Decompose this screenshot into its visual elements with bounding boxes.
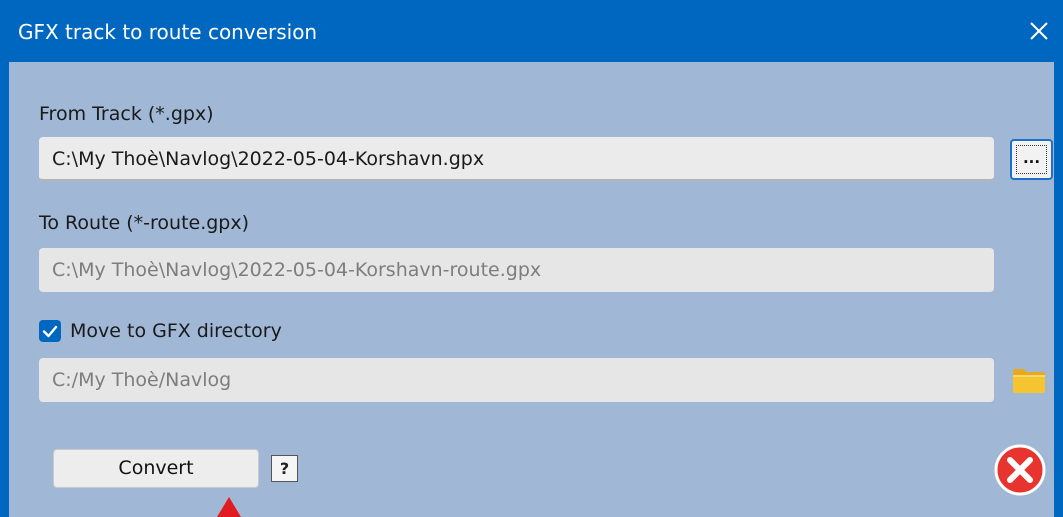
move-to-gfx-label: Move to GFX directory	[70, 320, 282, 342]
to-route-label: To Route (*-route.gpx)	[39, 212, 250, 234]
cancel-icon[interactable]	[993, 443, 1047, 497]
from-track-label: From Track (*.gpx)	[39, 103, 214, 125]
convert-button[interactable]: Convert	[53, 449, 259, 488]
to-route-input: C:\My Thoè\Navlog\2022-05-04-Korshavn-ro…	[39, 248, 994, 292]
window-title: GFX track to route conversion	[18, 20, 318, 44]
check-icon	[42, 325, 58, 338]
move-to-gfx-checkbox[interactable]	[39, 320, 61, 342]
close-icon[interactable]	[1024, 16, 1054, 46]
title-bar: GFX track to route conversion	[0, 0, 1063, 62]
folder-icon[interactable]	[1012, 366, 1046, 394]
gfx-directory-input: C:/My Thoè/Navlog	[39, 358, 994, 402]
pointer-arrow-icon	[217, 497, 241, 517]
from-track-input[interactable]: C:\My Thoè\Navlog\2022-05-04-Korshavn.gp…	[39, 137, 994, 181]
help-button[interactable]: ?	[271, 455, 298, 482]
browse-button[interactable]: ...	[1010, 139, 1053, 180]
browse-button-label: ...	[1016, 145, 1047, 174]
